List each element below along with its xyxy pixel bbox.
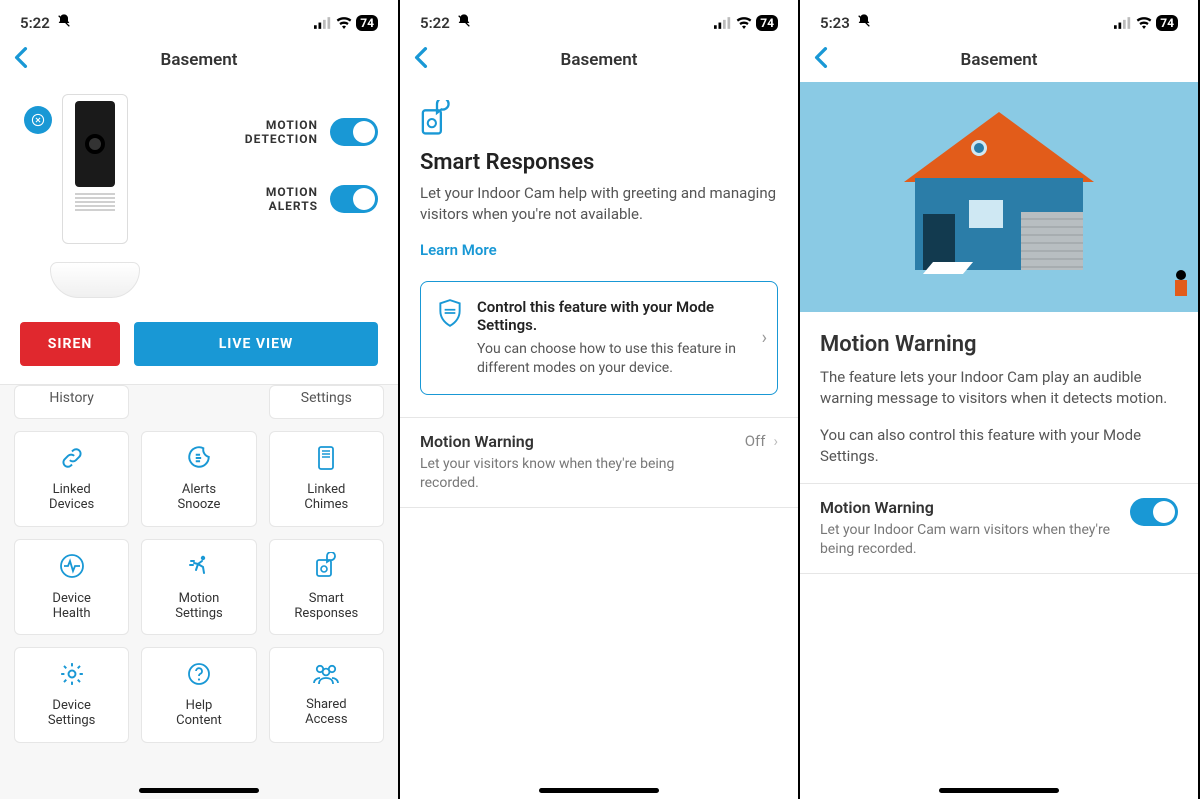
- cellular-signal-icon: [1114, 17, 1132, 29]
- tile-label: Device Health: [52, 592, 91, 622]
- tile-scroll-area[interactable]: History Settings Linked Devices Alerts S…: [0, 384, 398, 799]
- health-icon: [58, 552, 86, 584]
- motion-alerts-label: MOTION ALERTS: [266, 185, 318, 214]
- tile-label: Shared Access: [305, 698, 347, 728]
- tile-label: Smart Responses: [294, 592, 358, 622]
- page-title: Basement: [961, 50, 1038, 70]
- tile-linked-chimes[interactable]: Linked Chimes: [269, 431, 384, 527]
- cellular-signal-icon: [314, 17, 332, 29]
- home-indicator[interactable]: [139, 788, 259, 793]
- silent-mode-icon: [456, 13, 472, 33]
- tile-help-content[interactable]: Help Content: [141, 647, 256, 743]
- nav-header: Basement: [0, 38, 398, 82]
- motion-detection-toggle[interactable]: [330, 118, 378, 146]
- runner-icon: [185, 552, 213, 584]
- battery-level: 74: [1156, 15, 1178, 31]
- battery-level: 74: [756, 15, 778, 31]
- shield-icon: [437, 298, 463, 332]
- motion-warning-value: Off ›: [745, 432, 778, 450]
- status-time: 5:22: [420, 14, 450, 32]
- motion-warning-description-2: You can also control this feature with y…: [820, 425, 1178, 467]
- chevron-right-icon: ›: [773, 432, 778, 450]
- tile-alerts-snooze[interactable]: Alerts Snooze: [141, 431, 256, 527]
- snooze-icon: [186, 445, 212, 475]
- status-time: 5:22: [20, 14, 50, 32]
- status-time: 5:23: [820, 14, 850, 32]
- page-title: Basement: [161, 50, 238, 70]
- learn-more-link[interactable]: Learn More: [420, 241, 778, 259]
- people-icon: [311, 662, 341, 690]
- cellular-signal-icon: [714, 17, 732, 29]
- tile-row: Linked Devices Alerts Snooze Linked Chim…: [14, 431, 384, 527]
- silent-mode-icon: [56, 13, 72, 33]
- motion-warning-row-title: Motion Warning: [820, 498, 1116, 517]
- status-bar: 5:22 74: [0, 0, 398, 38]
- wifi-icon: [1136, 17, 1152, 29]
- motion-warning-toggle[interactable]: [1130, 498, 1178, 526]
- hero-illustration: [800, 82, 1198, 312]
- tile-device-settings[interactable]: Device Settings: [14, 647, 129, 743]
- motion-warning-title: Motion Warning: [820, 332, 1178, 357]
- back-button[interactable]: [814, 47, 828, 74]
- page-title: Basement: [561, 50, 638, 70]
- gear-icon: [59, 661, 85, 691]
- tile-smart-responses[interactable]: Smart Responses: [269, 539, 384, 635]
- chevron-right-icon: ›: [762, 327, 767, 348]
- tile-history-cut[interactable]: History: [14, 385, 129, 419]
- tile-label: Linked Chimes: [304, 483, 348, 513]
- back-button[interactable]: [414, 47, 428, 74]
- smart-responses-description: Let your Indoor Cam help with greeting a…: [420, 183, 778, 225]
- motion-warning-toggle-row: Motion Warning Let your Indoor Cam warn …: [800, 483, 1198, 574]
- motion-warning-description-1: The feature lets your Indoor Cam play an…: [820, 367, 1178, 409]
- tile-row: Device Settings Help Content Shared Acce…: [14, 647, 384, 743]
- tile-settings-cut[interactable]: Settings: [269, 385, 384, 419]
- motion-warning-value-text: Off: [745, 432, 766, 450]
- nav-header: Basement: [800, 38, 1198, 82]
- nav-header: Basement: [400, 38, 798, 82]
- motion-detection-label: MOTION DETECTION: [245, 118, 318, 147]
- wifi-icon: [736, 17, 752, 29]
- mode-settings-card[interactable]: Control this feature with your Mode Sett…: [420, 281, 778, 395]
- live-view-button[interactable]: LIVE VIEW: [134, 322, 378, 366]
- tile-motion-settings[interactable]: Motion Settings: [141, 539, 256, 635]
- motion-warning-row[interactable]: Motion Warning Off › Let your visitors k…: [400, 417, 798, 508]
- siren-button[interactable]: SIREN: [20, 322, 120, 366]
- tile-device-health[interactable]: Device Health: [14, 539, 129, 635]
- panel-device-dashboard: 5:22 74 Basement: [0, 0, 400, 799]
- mode-card-title: Control this feature with your Mode Sett…: [477, 298, 761, 334]
- home-indicator[interactable]: [539, 788, 659, 793]
- motion-warning-description: Let your visitors know when they're bein…: [420, 455, 706, 493]
- link-icon: [59, 445, 85, 475]
- tile-linked-devices[interactable]: Linked Devices: [14, 431, 129, 527]
- tile-label: Device Settings: [48, 699, 95, 729]
- motion-warning-row-description: Let your Indoor Cam warn visitors when t…: [820, 521, 1116, 559]
- status-bar: 5:23 74: [800, 0, 1198, 38]
- chime-icon: [315, 445, 337, 475]
- tile-row: Device Health Motion Settings Smart Resp…: [14, 539, 384, 635]
- motion-warning-title: Motion Warning: [420, 432, 534, 451]
- wifi-icon: [336, 17, 352, 29]
- dismiss-profile-icon[interactable]: [24, 106, 52, 134]
- smart-responses-icon: [313, 552, 339, 584]
- tile-shared-access[interactable]: Shared Access: [269, 647, 384, 743]
- device-illustration: [20, 88, 170, 298]
- smart-responses-title: Smart Responses: [420, 150, 778, 175]
- home-indicator[interactable]: [939, 788, 1059, 793]
- smart-responses-hero-icon: [420, 100, 778, 140]
- silent-mode-icon: [856, 13, 872, 33]
- help-icon: [186, 661, 212, 691]
- tile-label: Motion Settings: [175, 592, 222, 622]
- tile-label: Alerts Snooze: [178, 483, 221, 513]
- tile-label: Linked Devices: [49, 483, 94, 513]
- panel-smart-responses: 5:22 74 Basement Smart Responses Let you…: [400, 0, 800, 799]
- mode-card-description: You can choose how to use this feature i…: [477, 340, 761, 378]
- back-button[interactable]: [14, 47, 28, 74]
- tile-label: Help Content: [176, 699, 222, 729]
- panel-motion-warning: 5:23 74 Basement Motion Warning The feat…: [800, 0, 1200, 799]
- battery-level: 74: [356, 15, 378, 31]
- motion-alerts-toggle[interactable]: [330, 185, 378, 213]
- status-bar: 5:22 74: [400, 0, 798, 38]
